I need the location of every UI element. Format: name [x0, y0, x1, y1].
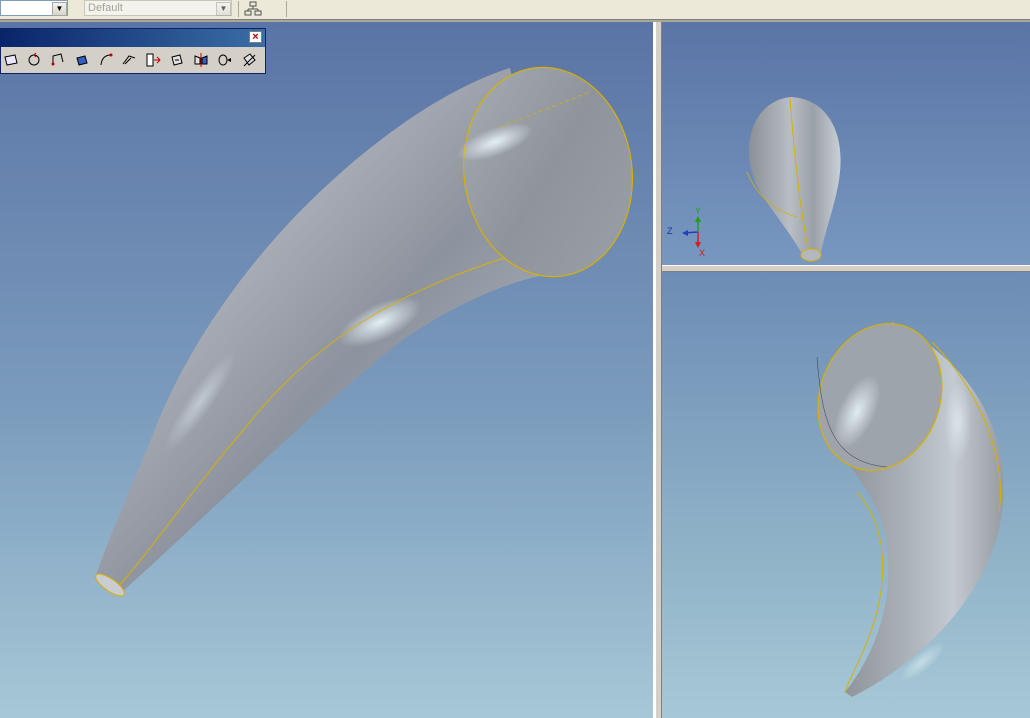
main-viewport[interactable]: [0, 22, 655, 718]
horn-model-top[interactable]: [662, 22, 1030, 265]
triad-x-label: X: [699, 248, 706, 258]
top-toolbar: ▼ Default ▼: [0, 0, 1030, 20]
sweep-icon[interactable]: [119, 50, 139, 70]
extrude-icon[interactable]: [72, 50, 92, 70]
style-combo[interactable]: ▼: [0, 0, 68, 16]
top-right-viewport[interactable]: Z Y X: [662, 22, 1030, 265]
revolve-icon[interactable]: [167, 50, 187, 70]
horn-model-side[interactable]: [662, 272, 1030, 718]
tree-structure-icon[interactable]: [244, 1, 262, 17]
triad-y-label: Y: [695, 206, 702, 216]
close-icon[interactable]: ×: [249, 31, 262, 43]
floating-tool-palette[interactable]: ×: [0, 28, 266, 74]
default-combo-value: Default: [88, 2, 123, 14]
horizontal-splitter[interactable]: [662, 265, 1030, 272]
default-combo[interactable]: Default ▼: [84, 0, 232, 16]
palette-tools: [1, 49, 265, 71]
horn-model-main[interactable]: [0, 22, 653, 718]
toolbar-separator: [238, 1, 239, 17]
triad-z-label: Z: [667, 226, 673, 236]
rotate-icon[interactable]: [24, 50, 44, 70]
bottom-right-viewport[interactable]: [662, 272, 1030, 718]
loft-icon[interactable]: [215, 50, 235, 70]
chevron-down-icon[interactable]: ▼: [216, 2, 231, 16]
line-icon[interactable]: [48, 50, 68, 70]
toolbar-separator: [286, 1, 287, 17]
arc-icon[interactable]: [96, 50, 116, 70]
sketch-plane-icon[interactable]: [1, 50, 21, 70]
axis-triad: [682, 216, 701, 248]
vertical-splitter[interactable]: [655, 22, 662, 718]
palette-titlebar[interactable]: ×: [1, 29, 265, 47]
fillet-icon[interactable]: [239, 50, 259, 70]
split-icon[interactable]: [143, 50, 163, 70]
mirror-icon[interactable]: [191, 50, 211, 70]
chevron-down-icon[interactable]: ▼: [52, 2, 67, 16]
